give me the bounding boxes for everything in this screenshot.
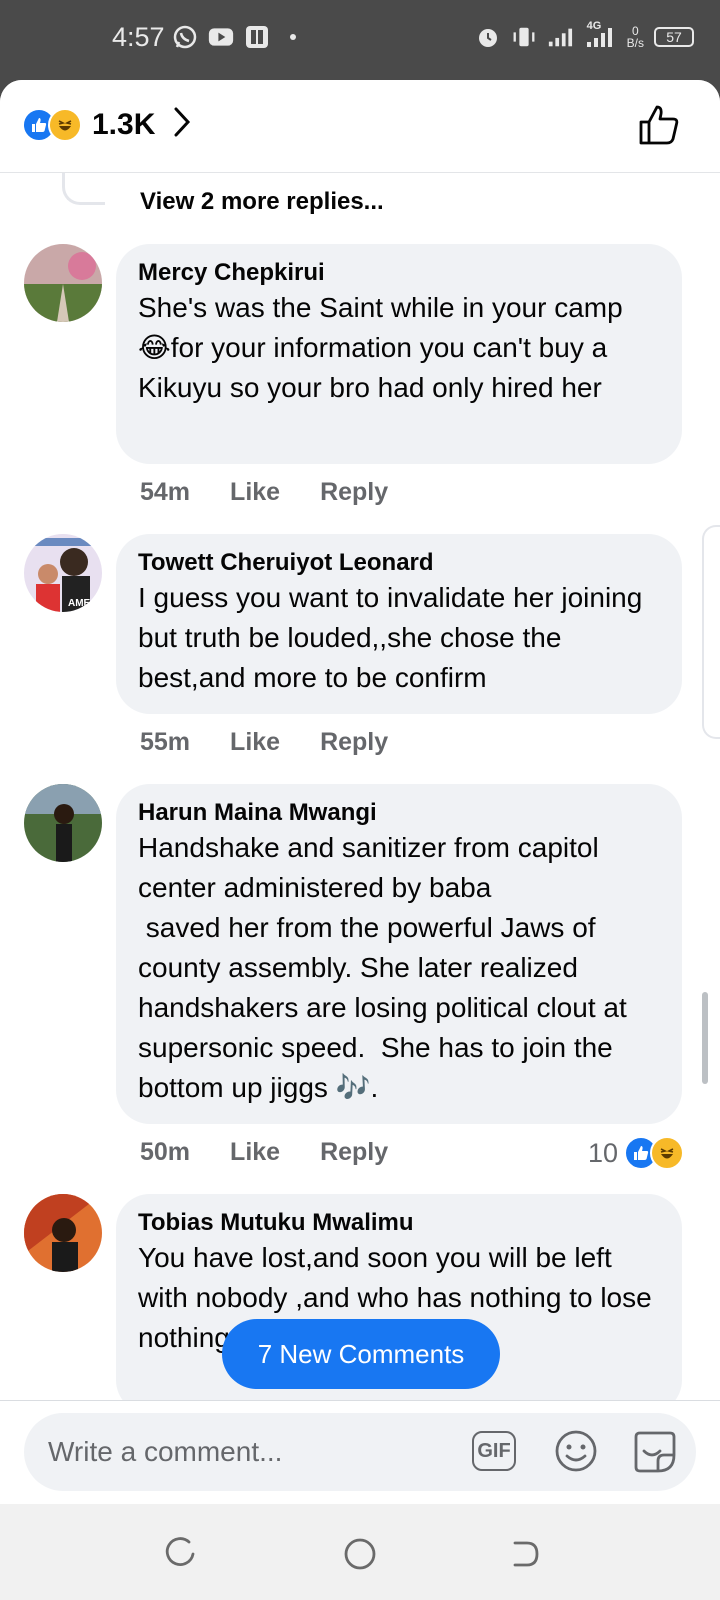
status-notification-icons [172, 24, 306, 50]
recent-apps-button[interactable] [160, 1534, 200, 1574]
comment-composer: GIF [24, 1413, 696, 1491]
comment-reply-button[interactable]: Reply [320, 478, 388, 507]
signal-strength-icon [547, 24, 573, 50]
network-4g-signal-icon: 4G [583, 20, 617, 50]
comment-bubble[interactable]: Harun Maina Mwangi Handshake and sanitiz… [116, 784, 682, 1124]
network-type: 4G [586, 20, 602, 32]
vibrate-icon [511, 24, 537, 50]
gif-button[interactable]: GIF [472, 1431, 516, 1471]
new-comments-button[interactable]: 7 New Comments [222, 1319, 500, 1389]
comment-bubble[interactable]: Towett Cheruiyot Leonard I guess you wan… [116, 534, 682, 714]
comment-reaction-count: 10 [587, 1137, 618, 1168]
home-button[interactable] [340, 1534, 380, 1574]
comment-author[interactable]: Towett Cheruiyot Leonard [138, 548, 660, 578]
avatar[interactable] [24, 1194, 102, 1272]
comment-timestamp: 50m [140, 1138, 191, 1166]
comments-sheet: 1.3K View 2 more replies... Mercy Chepki… [0, 80, 720, 1504]
battery-level: 57 [666, 29, 682, 45]
comment-reply-button[interactable]: Reply [320, 1138, 388, 1167]
comment-text: I guess you want to invalidate her joini… [138, 582, 651, 693]
sticker-icon[interactable] [632, 1429, 678, 1480]
comment-actions: 54m Like Reply [140, 478, 388, 507]
reply-thread-line [62, 172, 105, 205]
like-post-button[interactable] [638, 104, 680, 151]
reader-app-icon [244, 24, 270, 50]
comment-author[interactable]: Tobias Mutuku Mwalimu [138, 1208, 660, 1238]
reaction-count: 1.3K [92, 107, 156, 141]
status-system-icons: 4G 0 B/s 57 [475, 20, 694, 50]
comment-input[interactable] [48, 1413, 428, 1491]
comment-actions: 50m Like Reply [140, 1138, 388, 1167]
network-speed-unit: B/s [626, 36, 644, 50]
youtube-icon [208, 24, 234, 50]
comment-text: Handshake and sanitizer from capitol cen… [138, 832, 627, 1103]
scrollbar[interactable] [702, 992, 708, 1084]
comment-bubble[interactable]: Mercy Chepkirui She's was the Saint whil… [116, 244, 682, 464]
status-time: 4:57 [112, 22, 165, 52]
comment-actions: 55m Like Reply [140, 728, 388, 757]
comment-composer-bar: GIF [0, 1400, 720, 1504]
system-navigation-bar [0, 1504, 720, 1600]
comment-reaction-summary[interactable]: 10 [588, 1136, 684, 1170]
svg-text:AME: AME [68, 598, 91, 609]
comment-timestamp: 54m [140, 478, 191, 506]
comment-text: She's was the Saint while in your camp 😂… [138, 292, 631, 403]
chevron-right-icon [173, 106, 191, 143]
haha-reaction-icon [48, 107, 82, 142]
avatar[interactable]: AME [24, 534, 102, 612]
view-more-replies-link[interactable]: View 2 more replies... [140, 188, 384, 216]
comment-author[interactable]: Mercy Chepkirui [138, 258, 660, 288]
comment-like-button[interactable]: Like [230, 1138, 280, 1167]
reaction-summary[interactable]: 1.3K [22, 106, 191, 143]
avatar[interactable] [24, 244, 102, 322]
haha-reaction-icon [650, 1136, 684, 1170]
back-button[interactable] [504, 1534, 544, 1574]
comment-reply-button[interactable]: Reply [320, 728, 388, 757]
status-bar: 4:57 4G 0 B/s 57 [0, 0, 720, 80]
comment-author[interactable]: Harun Maina Mwangi [138, 798, 660, 828]
avatar[interactable] [24, 784, 102, 862]
alarm-icon [475, 24, 501, 50]
battery-indicator: 57 [654, 27, 694, 47]
whatsapp-icon [172, 24, 198, 50]
emoji-icon[interactable] [554, 1429, 598, 1478]
more-notifications-dot-icon [280, 24, 306, 50]
side-panel-handle[interactable] [702, 525, 720, 739]
comment-timestamp: 55m [140, 728, 191, 756]
sheet-header: 1.3K [0, 80, 720, 173]
comment-like-button[interactable]: Like [230, 478, 280, 507]
network-speed: 0 B/s [627, 25, 644, 49]
comment-like-button[interactable]: Like [230, 728, 280, 757]
